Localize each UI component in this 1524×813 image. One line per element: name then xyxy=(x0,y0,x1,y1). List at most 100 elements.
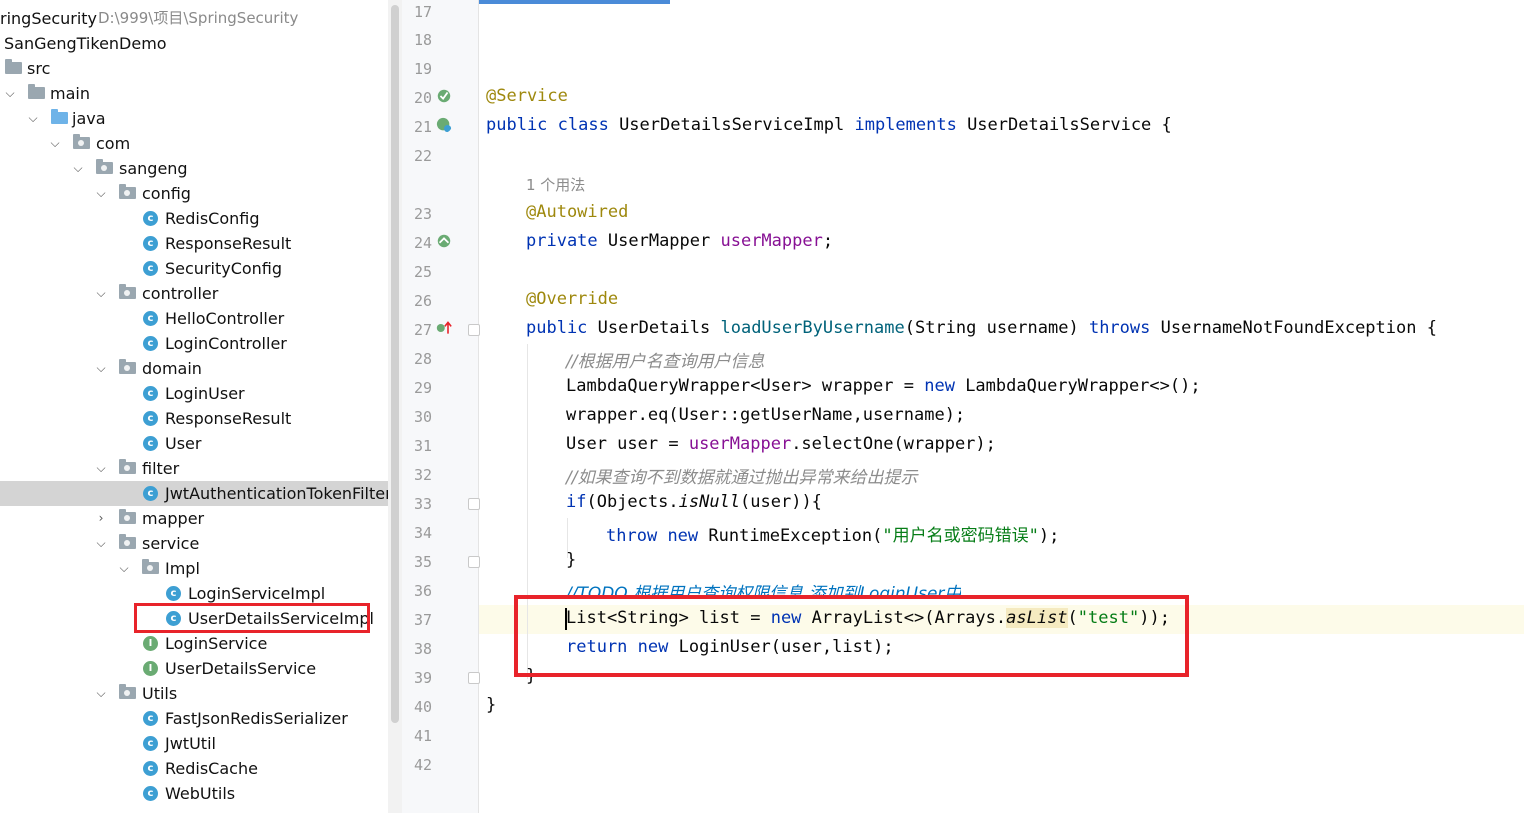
tree-item-fastjsonredisserializer[interactable]: c FastJsonRedisSerializer xyxy=(0,706,388,731)
tree-item-src[interactable]: src xyxy=(0,56,388,81)
tree-item-responseresult[interactable]: c ResponseResult xyxy=(0,231,388,256)
tree-item-hellocontroller[interactable]: c HelloController xyxy=(0,306,388,331)
tree-item-label: config xyxy=(142,184,191,203)
fold-marker[interactable] xyxy=(468,556,480,568)
tree-item-label: Impl xyxy=(165,559,200,578)
class-icon: c xyxy=(166,586,181,601)
line-number: 37 xyxy=(413,611,432,629)
chevron-down-icon[interactable]: ⌵ xyxy=(117,556,131,581)
spring-bean-icon[interactable] xyxy=(436,88,452,104)
class-icon: c xyxy=(143,261,158,276)
chevron-down-icon[interactable]: ⌵ xyxy=(3,81,17,106)
highlight-box-code xyxy=(514,595,1189,677)
chevron-down-icon[interactable]: ⌵ xyxy=(94,281,108,306)
fold-marker[interactable] xyxy=(468,498,480,510)
fold-marker[interactable] xyxy=(468,324,480,336)
tree-item-label: com xyxy=(96,134,131,153)
chevron-down-icon[interactable]: ⌵ xyxy=(26,106,40,131)
line-number: 39 xyxy=(413,669,432,687)
source-folder-icon xyxy=(51,109,68,124)
usage-hint[interactable]: 1 个用法 xyxy=(526,174,585,195)
tree-item-module[interactable]: SanGengTikenDemo xyxy=(0,31,388,56)
tree-item-label: JwtUtil xyxy=(165,734,216,753)
tree-item-mapper[interactable]: › mapper xyxy=(0,506,388,531)
override-icon[interactable] xyxy=(436,320,452,336)
tree-item-jwtauthenticationtokenfilter[interactable]: c JwtAuthenticationTokenFilter xyxy=(0,481,388,506)
line-number: 32 xyxy=(413,466,432,484)
fold-marker[interactable] xyxy=(468,672,480,684)
line-number: 33 xyxy=(413,495,432,513)
tree-item-userdetailsservice[interactable]: I UserDetailsService xyxy=(0,656,388,681)
code-line-34: throw new RuntimeException("用户名或密码错误"); xyxy=(606,526,1060,546)
code-line-40: } xyxy=(486,695,497,715)
tree-item-com[interactable]: ⌵ com xyxy=(0,131,388,156)
tree-item-webutils[interactable]: c WebUtils xyxy=(0,781,388,806)
chevron-right-icon[interactable]: › xyxy=(94,506,108,531)
tree-item-filter[interactable]: ⌵ filter xyxy=(0,456,388,481)
tree-item-label: controller xyxy=(142,284,219,303)
line-number: 34 xyxy=(413,524,432,542)
line-number: 20 xyxy=(413,89,432,107)
project-root[interactable]: ringSecurity D:\999\项目\SpringSecurity xyxy=(0,6,388,31)
class-icon: c xyxy=(143,411,158,426)
tree-item-controller[interactable]: ⌵ controller xyxy=(0,281,388,306)
project-tree: ringSecurity D:\999\项目\SpringSecurity Sa… xyxy=(0,0,388,813)
line-number: 36 xyxy=(413,582,432,600)
tree-item-label: mapper xyxy=(142,509,205,528)
tree-item-responseresult-domain[interactable]: c ResponseResult xyxy=(0,406,388,431)
project-root-name: ringSecurity xyxy=(0,9,98,28)
tree-item-label: RedisCache xyxy=(165,759,258,778)
line-number: 28 xyxy=(413,350,432,368)
line-number: 29 xyxy=(413,379,432,397)
tree-item-loginservice[interactable]: I LoginService xyxy=(0,631,388,656)
line-number: 21 xyxy=(413,118,432,136)
tree-item-sangeng[interactable]: ⌵ sangeng xyxy=(0,156,388,181)
tree-item-loginuser[interactable]: c LoginUser xyxy=(0,381,388,406)
tree-item-label: LoginController xyxy=(165,334,287,353)
tree-item-redisconfig[interactable]: c RedisConfig xyxy=(0,206,388,231)
class-icon: c xyxy=(143,786,158,801)
chevron-down-icon[interactable]: ⌵ xyxy=(94,456,108,481)
tree-item-impl[interactable]: ⌵ Impl xyxy=(0,556,388,581)
package-icon xyxy=(119,284,136,299)
tree-item-java[interactable]: ⌵ java xyxy=(0,106,388,131)
implements-icon[interactable] xyxy=(436,117,452,133)
chevron-down-icon[interactable]: ⌵ xyxy=(48,131,62,156)
chevron-down-icon[interactable]: ⌵ xyxy=(94,181,108,206)
tree-item-label: FastJsonRedisSerializer xyxy=(165,709,348,728)
chevron-down-icon[interactable]: ⌵ xyxy=(94,356,108,381)
line-number: 41 xyxy=(413,727,432,745)
chevron-down-icon[interactable]: ⌵ xyxy=(71,156,85,181)
highlight-box-tree xyxy=(134,603,370,633)
tree-item-label: java xyxy=(72,109,106,128)
chevron-down-icon[interactable]: ⌵ xyxy=(94,681,108,706)
tree-item-label: User xyxy=(165,434,202,453)
tree-item-securityconfig[interactable]: c SecurityConfig xyxy=(0,256,388,281)
code-line-32: //如果查询不到数据就通过抛出异常来给出提示 xyxy=(566,468,918,488)
tree-item-main[interactable]: ⌵ main xyxy=(0,81,388,106)
tree-item-rediscache[interactable]: c RedisCache xyxy=(0,756,388,781)
package-icon xyxy=(73,134,90,149)
tree-item-config[interactable]: ⌵ config xyxy=(0,181,388,206)
tree-item-jwtutil[interactable]: c JwtUtil xyxy=(0,731,388,756)
tree-item-user[interactable]: c User xyxy=(0,431,388,456)
interface-icon: I xyxy=(143,661,158,676)
code-line-33: if(Objects.isNull(user)){ xyxy=(566,492,822,512)
tree-item-domain[interactable]: ⌵ domain xyxy=(0,356,388,381)
line-number: 40 xyxy=(413,698,432,716)
class-icon: c xyxy=(143,236,158,251)
tree-scrollbar[interactable] xyxy=(388,0,403,813)
autowired-icon[interactable] xyxy=(436,233,452,249)
code-line-28: //根据用户名查询用户信息 xyxy=(566,352,765,372)
chevron-down-icon[interactable]: ⌵ xyxy=(94,531,108,556)
code-line-26: @Override xyxy=(526,289,619,309)
project-root-path: D:\999\项目\SpringSecurity xyxy=(98,9,299,27)
tree-item-logincontroller[interactable]: c LoginController xyxy=(0,331,388,356)
tree-scrollbar-thumb[interactable] xyxy=(391,5,399,723)
tree-item-label: RedisConfig xyxy=(165,209,260,228)
line-number: 35 xyxy=(413,553,432,571)
line-number: 25 xyxy=(413,263,432,281)
code-line-24: private UserMapper userMapper; xyxy=(526,231,834,251)
tree-item-utils[interactable]: ⌵ Utils xyxy=(0,681,388,706)
tree-item-service[interactable]: ⌵ service xyxy=(0,531,388,556)
